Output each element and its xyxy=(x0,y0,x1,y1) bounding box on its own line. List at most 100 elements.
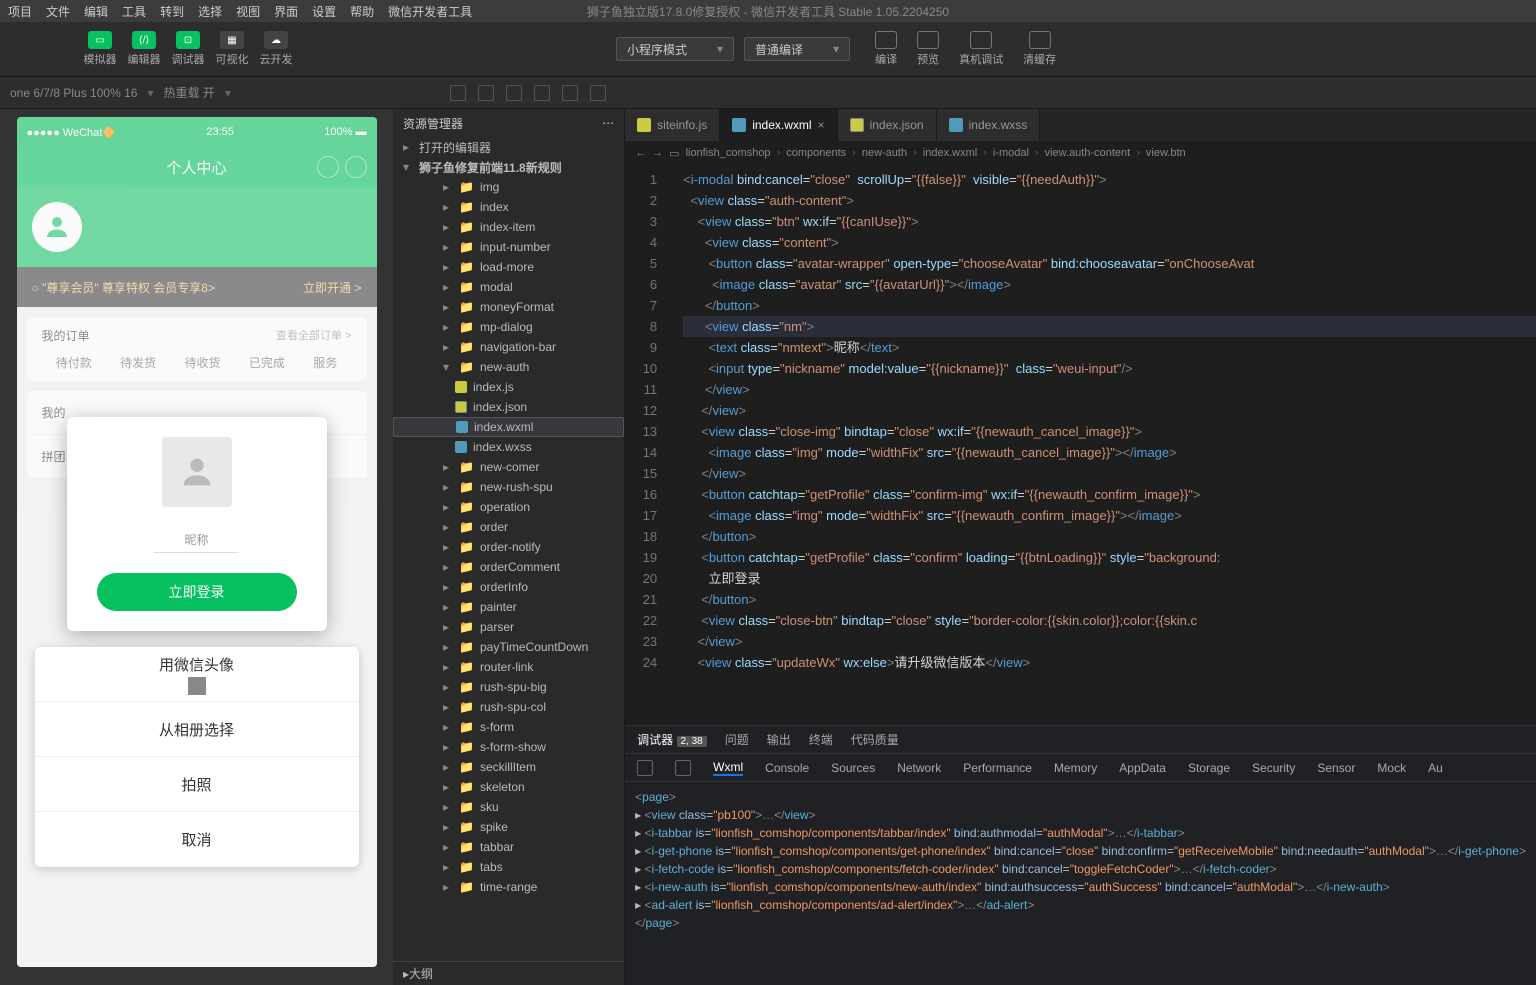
sheet-wechat-avatar[interactable]: 用微信头像 xyxy=(35,647,359,702)
menu-item[interactable]: 项目 xyxy=(8,3,32,20)
folder-orderInfo[interactable]: ▸📁orderInfo xyxy=(393,577,624,597)
devtool-panel-Sources[interactable]: Sources xyxy=(831,761,875,775)
folder-sku[interactable]: ▸📁sku xyxy=(393,797,624,817)
orders-more[interactable]: 查看全部订单 > xyxy=(276,327,351,344)
preview-button[interactable]: 预览 xyxy=(917,31,939,67)
menu-item[interactable]: 转到 xyxy=(160,3,184,20)
file-index.json[interactable]: index.json xyxy=(393,397,624,417)
bookmark-icon[interactable]: ▭ xyxy=(669,147,679,160)
capsule-more-icon[interactable] xyxy=(317,156,339,178)
order-tab[interactable]: 已完成 xyxy=(249,354,285,371)
more-icon[interactable] xyxy=(590,85,606,101)
menu-item[interactable]: 视图 xyxy=(236,3,260,20)
editor-toggle[interactable]: ⟨/⟩编辑器 xyxy=(124,29,164,69)
folder-index[interactable]: ▸📁index xyxy=(393,197,624,217)
devtool-panel-Security[interactable]: Security xyxy=(1252,761,1295,775)
outline-section[interactable]: 大纲 xyxy=(409,965,433,982)
devtool-tab-终端[interactable]: 终端 xyxy=(809,731,833,748)
devtool-panel-Au[interactable]: Au xyxy=(1428,761,1443,775)
folder-load-more[interactable]: ▸📁load-more xyxy=(393,257,624,277)
devtool-tab-问题[interactable]: 问题 xyxy=(725,731,749,748)
cut-icon[interactable] xyxy=(562,85,578,101)
breadcrumb-item[interactable]: view.btn xyxy=(1146,147,1186,159)
folder-seckillItem[interactable]: ▸📁seckillItem xyxy=(393,757,624,777)
menu-item[interactable]: 微信开发者工具 xyxy=(388,3,472,20)
folder-painter[interactable]: ▸📁painter xyxy=(393,597,624,617)
menu-item[interactable]: 编辑 xyxy=(84,3,108,20)
folder-new-rush-spu[interactable]: ▸📁new-rush-spu xyxy=(393,477,624,497)
folder-new-auth[interactable]: ▾📁new-auth xyxy=(393,357,624,377)
open-editors-section[interactable]: ▸打开的编辑器 xyxy=(393,137,624,157)
editor-tab-index.wxss[interactable]: index.wxss xyxy=(937,109,1041,141)
cloud-toggle[interactable]: ☁云开发 xyxy=(256,29,296,69)
breadcrumb-item[interactable]: index.wxml xyxy=(923,147,977,159)
folder-router-link[interactable]: ▸📁router-link xyxy=(393,657,624,677)
login-button[interactable]: 立即登录 xyxy=(97,573,297,611)
hot-reload-toggle[interactable]: 热重载 开 xyxy=(163,84,214,101)
menu-item[interactable]: 工具 xyxy=(122,3,146,20)
compile-button[interactable]: 编译 xyxy=(875,31,897,67)
file-index.wxss[interactable]: index.wxss xyxy=(393,437,624,457)
menu-item[interactable]: 选择 xyxy=(198,3,222,20)
folder-spike[interactable]: ▸📁spike xyxy=(393,817,624,837)
close-tab-icon[interactable]: × xyxy=(818,118,825,132)
nav-fwd-icon[interactable]: → xyxy=(652,147,663,159)
device-icon[interactable] xyxy=(675,760,691,776)
folder-index-item[interactable]: ▸📁index-item xyxy=(393,217,624,237)
folder-new-comer[interactable]: ▸📁new-comer xyxy=(393,457,624,477)
order-tab[interactable]: 待收货 xyxy=(184,354,220,371)
clear-cache-button[interactable]: 清缓存 xyxy=(1023,31,1056,67)
devtool-panel-Console[interactable]: Console xyxy=(765,761,809,775)
folder-payTimeCountDown[interactable]: ▸📁payTimeCountDown xyxy=(393,637,624,657)
capsule-close-icon[interactable] xyxy=(345,156,367,178)
folder-s-form-show[interactable]: ▸📁s-form-show xyxy=(393,737,624,757)
folder-input-number[interactable]: ▸📁input-number xyxy=(393,237,624,257)
avatar-placeholder[interactable] xyxy=(162,437,232,507)
sheet-camera[interactable]: 拍照 xyxy=(35,757,359,812)
folder-time-range[interactable]: ▸📁time-range xyxy=(393,877,624,897)
folder-order-notify[interactable]: ▸📁order-notify xyxy=(393,537,624,557)
vip-open-button[interactable]: 立即开通 > xyxy=(303,279,361,296)
mode-select[interactable]: 小程序模式▾ xyxy=(616,37,734,61)
menu-item[interactable]: 帮助 xyxy=(350,3,374,20)
visual-toggle[interactable]: ▦可视化 xyxy=(212,29,252,69)
breadcrumb-item[interactable]: components xyxy=(786,147,846,159)
menu-item[interactable]: 界面 xyxy=(274,3,298,20)
sheet-cancel[interactable]: 取消 xyxy=(35,812,359,867)
devtool-panel-AppData[interactable]: AppData xyxy=(1119,761,1166,775)
editor-tab-index.wxml[interactable]: index.wxml × xyxy=(720,109,837,141)
folder-navigation-bar[interactable]: ▸📁navigation-bar xyxy=(393,337,624,357)
folder-tabs[interactable]: ▸📁tabs xyxy=(393,857,624,877)
explorer-more-icon[interactable]: ⋯ xyxy=(602,116,614,130)
editor-tab-siteinfo.js[interactable]: siteinfo.js xyxy=(625,109,720,141)
devtool-panel-Mock[interactable]: Mock xyxy=(1377,761,1406,775)
devtool-panel-Memory[interactable]: Memory xyxy=(1054,761,1097,775)
order-tab[interactable]: 待发货 xyxy=(120,354,156,371)
folder-rush-spu-big[interactable]: ▸📁rush-spu-big xyxy=(393,677,624,697)
nav-back-icon[interactable]: ← xyxy=(635,147,646,159)
folder-order[interactable]: ▸📁order xyxy=(393,517,624,537)
breadcrumb-item[interactable]: new-auth xyxy=(862,147,907,159)
wxml-inspector[interactable]: <page> ▸ <view class="pb100">…</view> ▸ … xyxy=(625,782,1536,985)
folder-img[interactable]: ▸📁img xyxy=(393,177,624,197)
folder-tabbar[interactable]: ▸📁tabbar xyxy=(393,837,624,857)
device-select[interactable]: one 6/7/8 Plus 100% 16 xyxy=(10,86,137,100)
back-icon[interactable] xyxy=(478,85,494,101)
breadcrumb-item[interactable]: i-modal xyxy=(993,147,1029,159)
folder-orderComment[interactable]: ▸📁orderComment xyxy=(393,557,624,577)
sheet-album[interactable]: 从相册选择 xyxy=(35,702,359,757)
breadcrumb[interactable]: ← → ▭ lionfish_comshop›components›new-au… xyxy=(625,141,1536,165)
folder-operation[interactable]: ▸📁operation xyxy=(393,497,624,517)
editor-tab-index.json[interactable]: index.json xyxy=(838,109,937,141)
folder-moneyFormat[interactable]: ▸📁moneyFormat xyxy=(393,297,624,317)
breadcrumb-item[interactable]: lionfish_comshop xyxy=(686,147,771,159)
order-tab[interactable]: 待付款 xyxy=(56,354,92,371)
breadcrumb-item[interactable]: view.auth-content xyxy=(1045,147,1131,159)
home-icon[interactable] xyxy=(506,85,522,101)
phone-icon[interactable] xyxy=(534,85,550,101)
devtool-panel-Storage[interactable]: Storage xyxy=(1188,761,1230,775)
folder-s-form[interactable]: ▸📁s-form xyxy=(393,717,624,737)
folder-modal[interactable]: ▸📁modal xyxy=(393,277,624,297)
folder-skeleton[interactable]: ▸📁skeleton xyxy=(393,777,624,797)
devtool-panel-Wxml[interactable]: Wxml xyxy=(713,760,743,776)
